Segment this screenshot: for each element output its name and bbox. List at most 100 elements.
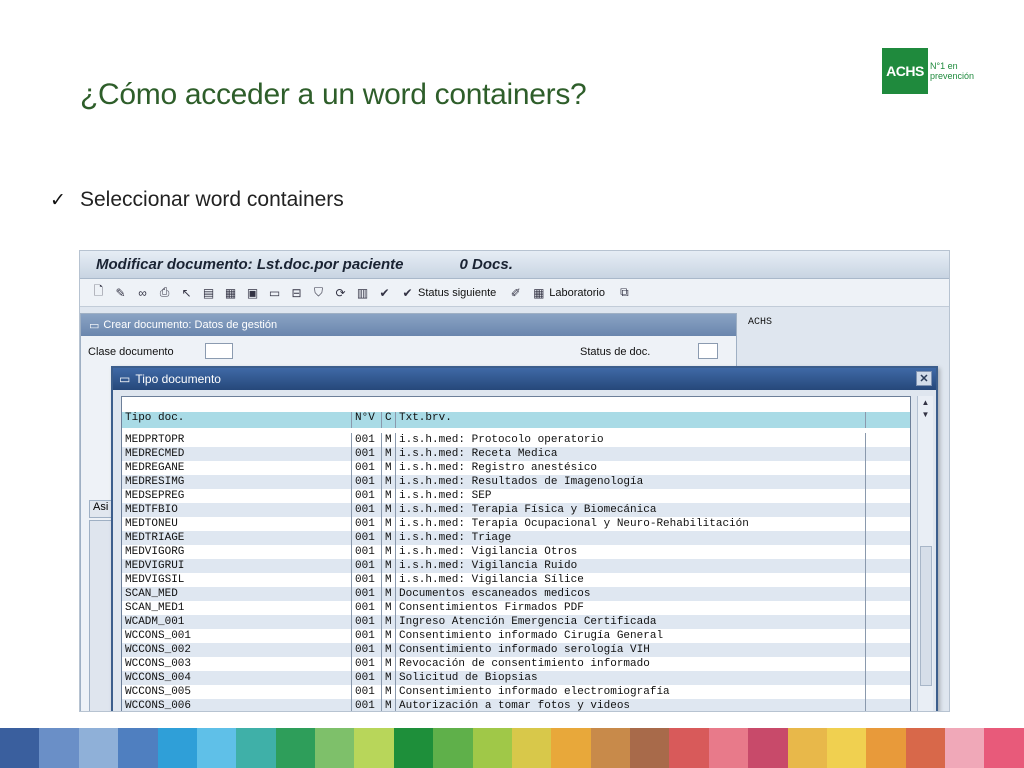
cell-tipo-doc: SCAN_MED <box>122 587 352 601</box>
table-row[interactable]: WCCONS_001 001 M Consentimiento informado C… <box>122 629 910 643</box>
cell-tipo-doc: MEDRESIMG <box>122 475 352 489</box>
sap-toolbar: 🗋 ✎ ∞ ⎙ ↖ ▤ ▦ ▣ ▭ ⊟ ⛉ ⟳ ▥ ✔ ✔ Status sig… <box>80 279 949 307</box>
status-doc-label: Status de doc. <box>580 346 651 358</box>
cell-c: M <box>382 657 396 671</box>
cell-tipo-doc: WCCONS_003 <box>122 657 352 671</box>
cell-txt-brv: i.s.h.med: Receta Medica <box>396 447 866 461</box>
cell-txt-brv: Documentos escaneados medicos <box>396 587 866 601</box>
stripe-segment <box>196 728 237 768</box>
select-icon[interactable]: ↖ <box>178 284 195 301</box>
table-row[interactable]: MEDSEPREG 001 Mi.s.h.med: SEP <box>122 489 910 503</box>
cell-c: M <box>382 433 396 447</box>
cell-txt-brv: Consentimiento informado electromiografí… <box>396 685 866 699</box>
table-row[interactable]: MEDTONEU 001 Mi.s.h.med: Terapia Ocupacion… <box>122 517 910 531</box>
scrollbar[interactable]: ▲ ▼ <box>917 396 933 711</box>
document-type-table: Tipo doc. N°V C Txt.brv. MEDPRTOPR 001 Mi.… <box>121 396 911 711</box>
stripe-segment <box>157 728 197 768</box>
cell-version: 001 <box>352 601 382 615</box>
copy-icon[interactable]: ⧉ <box>616 284 633 301</box>
cell-tipo-doc: WCCONS_004 <box>122 671 352 685</box>
cell-c: M <box>382 489 396 503</box>
image-icon[interactable]: ▣ <box>244 284 261 301</box>
edit-icon[interactable]: ✐ <box>507 284 524 301</box>
table-row[interactable]: MEDREGANE 001 Mi.s.h.med: Registro anestés… <box>122 461 910 475</box>
cell-txt-brv: i.s.h.med: Triage <box>396 531 866 545</box>
dialog-title: Tipo documento <box>135 372 221 386</box>
cell-version: 001 <box>352 629 382 643</box>
table-row[interactable]: WCCONS_003 001 M Revocación de consentimien… <box>122 657 910 671</box>
cell-c: M <box>382 601 396 615</box>
cell-txt-brv: i.s.h.med: Vigilancia Sílice <box>396 573 866 587</box>
header-version[interactable]: N°V <box>352 412 382 428</box>
scroll-up-icon[interactable]: ▲ <box>918 396 933 408</box>
table-row[interactable]: WCCONS_006 001 M Autorización a tomar fotos… <box>122 699 910 711</box>
table-row[interactable]: MEDRESIMG 001 Mi.s.h.med: Resultados de Im… <box>122 475 910 489</box>
sap-screenshot: Modificar documento: Lst.doc.por pacient… <box>79 250 950 712</box>
printer-icon[interactable]: ⊟ <box>288 284 305 301</box>
table-row[interactable]: SCAN_MED1 001 M Consentimientos Firmados PD… <box>122 601 910 615</box>
cell-c: M <box>382 559 396 573</box>
cell-version: 001 <box>352 657 382 671</box>
print-icon[interactable]: ⎙ <box>156 284 173 301</box>
cell-version: 001 <box>352 671 382 685</box>
table-row[interactable]: WCCONS_002 001 M Consentimiento informado s… <box>122 643 910 657</box>
status-next-button[interactable]: ✔ Status siguiente <box>399 284 496 301</box>
scroll-thumb[interactable] <box>920 546 932 686</box>
dialog-header: ▭ Tipo documento <box>113 368 936 390</box>
cell-c: M <box>382 587 396 601</box>
scroll-down-icon[interactable]: ▼ <box>918 408 933 420</box>
header-txt-brv[interactable]: Txt.brv. <box>396 412 866 428</box>
table-row[interactable]: MEDTRIAGE 001 Mi.s.h.med: Triage <box>122 531 910 545</box>
table-row[interactable]: WCCONS_005 001 M Consentimiento informado e… <box>122 685 910 699</box>
table-row[interactable]: MEDTFBIO 001 Mi.s.h.med: Terapia Física y … <box>122 503 910 517</box>
calendar-icon: ▦ <box>533 285 545 300</box>
table-row[interactable]: SCAN_MED 001 M Documentos escaneados medico… <box>122 587 910 601</box>
list-icon[interactable]: ▦ <box>222 284 239 301</box>
status-doc-field[interactable] <box>698 343 718 359</box>
stripe-segment <box>945 728 985 768</box>
close-icon[interactable]: ✕ <box>916 371 932 386</box>
refresh-icon[interactable]: ⟳ <box>332 284 349 301</box>
cell-tipo-doc: MEDRECMED <box>122 447 352 461</box>
laboratory-label: Laboratorio <box>549 286 605 299</box>
approve-icon[interactable]: ✔ <box>376 284 393 301</box>
document-type-dialog: ▭ Tipo documento ✕ Tipo doc. N°V C Txt.b… <box>111 366 938 711</box>
pencil-icon[interactable]: ✎ <box>112 284 129 301</box>
new-document-icon[interactable]: 🗋 <box>90 284 107 301</box>
table-row[interactable]: MEDPRTOPR 001 Mi.s.h.med: Protocolo operat… <box>122 433 910 447</box>
table-row[interactable]: MEDVIGSIL 001 Mi.s.h.med: Vigilancia Sílic… <box>122 573 910 587</box>
slide-title: ¿Cómo acceder a un word containers? <box>80 78 587 111</box>
table-row[interactable]: MEDRECMED 001 Mi.s.h.med: Receta Medica <box>122 447 910 461</box>
cell-tipo-doc: WCCONS_006 <box>122 699 352 711</box>
laboratory-button[interactable]: ▦ Laboratorio <box>530 284 605 301</box>
glasses-icon[interactable]: ∞ <box>134 284 151 301</box>
logo-tagline: N°1 en prevención <box>930 61 975 81</box>
table-icon[interactable]: ▥ <box>354 284 371 301</box>
clase-documento-label: Clase documento <box>88 346 174 358</box>
cell-version: 001 <box>352 433 382 447</box>
table-row[interactable]: MEDVIGRUI 001 Mi.s.h.med: Vigilancia Ruido <box>122 559 910 573</box>
header-c[interactable]: C <box>382 412 396 428</box>
cell-version: 001 <box>352 489 382 503</box>
header-tipo-doc[interactable]: Tipo doc. <box>122 412 352 428</box>
stripe-segment <box>275 728 315 768</box>
stripe-segment <box>236 728 276 768</box>
docs-count: 0 Docs. <box>459 256 513 273</box>
cell-txt-brv: Revocación de consentimiento informado <box>396 657 866 671</box>
table-row[interactable]: WCADM_001 001 M Ingreso Atención Emergencia… <box>122 615 910 629</box>
cell-txt-brv: i.s.h.med: Terapia Ocupacional y Neuro-R… <box>396 517 866 531</box>
window-title-text: Modificar documento: Lst.doc.por pacient… <box>96 256 404 273</box>
decorative-stripe <box>0 728 1024 768</box>
cell-version: 001 <box>352 573 382 587</box>
table-row[interactable]: WCCONS_004 001 M Solicitud de Biopsias <box>122 671 910 685</box>
table-row[interactable]: MEDVIGORG 001 Mi.s.h.med: Vigilancia Otros <box>122 545 910 559</box>
table-header: Tipo doc. N°V C Txt.brv. <box>122 412 910 428</box>
note-icon[interactable]: ▭ <box>266 284 283 301</box>
filter-icon[interactable]: ⛉ <box>310 284 327 301</box>
details-icon[interactable]: ▤ <box>200 284 217 301</box>
cell-tipo-doc: SCAN_MED1 <box>122 601 352 615</box>
cell-version: 001 <box>352 699 382 711</box>
clase-documento-field[interactable] <box>205 343 233 359</box>
cell-version: 001 <box>352 643 382 657</box>
cell-txt-brv: i.s.h.med: SEP <box>396 489 866 503</box>
